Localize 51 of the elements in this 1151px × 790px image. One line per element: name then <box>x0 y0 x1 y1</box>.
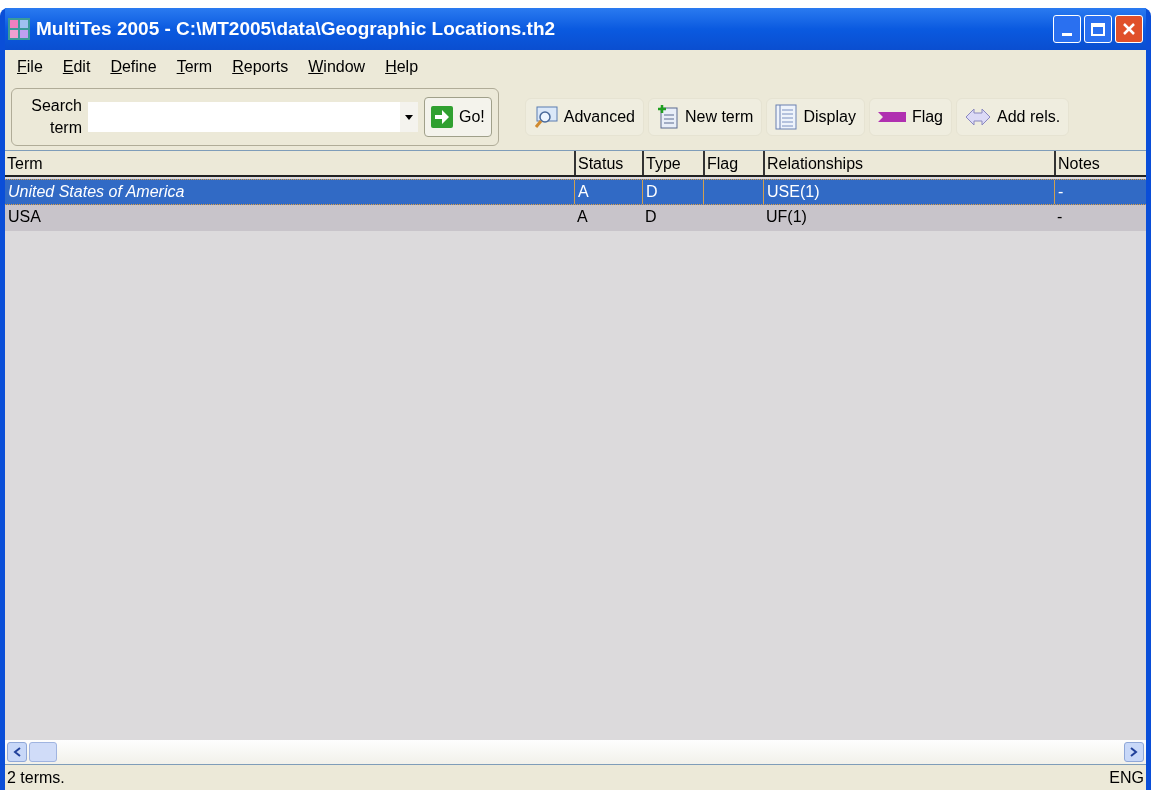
table-cell-text: USA <box>7 207 42 227</box>
toolbar-button[interactable]: Flag <box>868 98 952 136</box>
menu-item[interactable]: Reports <box>224 55 297 79</box>
table-cell-text: United States of America <box>7 182 186 202</box>
menu-item[interactable]: Define <box>102 55 165 79</box>
menu-item[interactable]: Term <box>168 55 221 79</box>
column-header[interactable]: Notes <box>1054 151 1139 175</box>
table-cell-text: - <box>1056 207 1064 227</box>
table-cell-text: UF(1) <box>765 207 808 227</box>
column-header[interactable]: Flag <box>703 151 763 175</box>
maximize-button[interactable] <box>1084 15 1112 43</box>
search-label: Search term <box>30 96 82 138</box>
search-field[interactable] <box>88 102 418 132</box>
list-page-icon <box>775 104 798 130</box>
table-row[interactable]: USA A D UF(1) - <box>5 205 1146 231</box>
table-cell: D <box>642 180 703 204</box>
menu-item[interactable]: File <box>9 55 51 79</box>
language-indicator: ENG <box>1109 767 1144 788</box>
scroll-right-icon[interactable] <box>1124 742 1144 762</box>
window-title: MultiTes 2005 - C:\MT2005\data\Geographic Locations.th2 <box>36 16 557 41</box>
flag-icon <box>877 111 906 123</box>
minimize-button[interactable] <box>1053 15 1081 43</box>
table-cell: - <box>1054 180 1139 204</box>
column-header[interactable]: Relationships <box>763 151 1054 175</box>
horizontal-scrollbar[interactable] <box>5 740 1146 764</box>
close-button[interactable] <box>1115 15 1143 43</box>
go-button[interactable]: Go! <box>424 97 492 137</box>
close-icon <box>1122 22 1136 36</box>
menu-item[interactable]: Window <box>300 55 374 79</box>
scroll-left-icon[interactable] <box>7 742 27 762</box>
status-text: 2 terms. <box>7 767 65 788</box>
menu-item[interactable]: Help <box>377 55 427 79</box>
table-row[interactable]: United States of America A D USE(1) - <box>5 179 1146 205</box>
magnifier-icon <box>533 106 558 128</box>
document-icon <box>656 105 679 129</box>
toolbar-button[interactable]: Add rels. <box>956 98 1070 136</box>
dropdown-arrow-icon <box>405 114 413 120</box>
toolbar-button[interactable]: New term <box>647 98 763 136</box>
double-arrow-icon <box>965 106 991 128</box>
toolbar-button[interactable]: Display <box>766 98 865 136</box>
column-header[interactable]: Type <box>642 151 703 175</box>
toolbar-button[interactable]: Advanced <box>524 98 644 136</box>
table-cell: USE(1) <box>763 180 1054 204</box>
menu-item[interactable]: Edit <box>54 55 99 79</box>
scroll-thumb[interactable] <box>29 742 57 762</box>
column-header[interactable]: Term <box>5 151 574 175</box>
table-cell: A <box>574 180 642 204</box>
column-header[interactable]: Status <box>574 151 642 175</box>
table-cell-text: D <box>644 207 658 227</box>
app-icon <box>8 18 30 40</box>
table-cell-text: A <box>576 207 589 227</box>
